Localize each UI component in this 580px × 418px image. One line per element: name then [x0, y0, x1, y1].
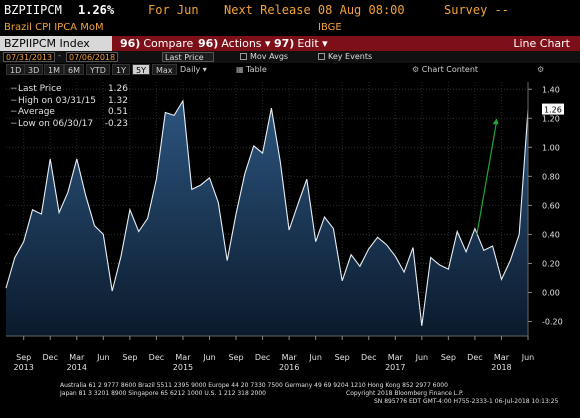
date-separator: - — [58, 51, 61, 60]
checkbox-icon — [240, 53, 247, 60]
function-toolbar: BZPIIPCM Index 96) Compare 96) Actions ▾ 9… — [0, 36, 580, 51]
x-tick-label: Jun — [415, 353, 429, 362]
x-year-label: 2014 — [67, 363, 87, 372]
security-index-field[interactable]: BZPIIPCM Index — [0, 36, 112, 51]
period-max[interactable]: Max — [152, 64, 177, 75]
gear-icon: ⚙ — [412, 65, 420, 74]
period-1m[interactable]: 1M — [44, 64, 64, 75]
period-5y[interactable]: 5Y — [132, 64, 150, 75]
x-tick-label: Sep — [441, 353, 456, 362]
actions-button[interactable]: 96) Actions ▾ — [198, 36, 271, 51]
average-marker-icon: − — [10, 107, 18, 117]
footer-line-1: Australia 61 2 9777 8600 Brazil 5511 239… — [60, 382, 448, 389]
period-1y[interactable]: 1Y — [112, 64, 130, 75]
date-range-bar: 07/31/2013 - 07/06/2018 Last Price Mov A… — [0, 51, 580, 63]
security-description: Brazil CPI IPCA MoM — [4, 21, 104, 33]
low-marker-icon: − — [10, 118, 18, 129]
legend-last-price: −Last Price 1.26 — [10, 84, 128, 94]
high-marker-icon: − — [10, 95, 18, 106]
security-subheader: Brazil CPI IPCA MoM IBGE — [0, 20, 580, 34]
checkbox-icon — [318, 53, 325, 60]
x-tick-label: Mar — [175, 353, 191, 362]
mov-avgs-toggle[interactable]: Mov Avgs — [240, 52, 288, 62]
end-date-field[interactable]: 07/06/2018 — [66, 52, 118, 62]
footer-line-2: Japan 81 3 3201 8900 Singapore 65 6212 1… — [60, 390, 266, 397]
x-tick-label: Mar — [69, 353, 85, 362]
period-selector: 1D 3D 1M 6M YTD 1Y 5Y Max Daily ▾ ▦ Tabl… — [0, 63, 580, 76]
security-header: BZPIIPCM 1.26% For Jun Next Release 08 A… — [0, 0, 580, 20]
compare-button[interactable]: 96) Compare — [120, 36, 193, 51]
x-year-label: 2013 — [14, 363, 34, 372]
y-tick-label: 0.20 — [542, 259, 560, 268]
y-tick-label: 0.60 — [542, 201, 560, 210]
period-ytd[interactable]: YTD — [86, 64, 110, 75]
trend-arrow-head — [492, 118, 499, 125]
chart-legend: −Last Price 1.26 −High on 03/31/15 1.32 −A… — [10, 84, 128, 130]
legend-high: −High on 03/31/15 1.32 — [10, 95, 128, 106]
x-year-label: 2016 — [279, 363, 299, 372]
x-tick-label: Sep — [16, 353, 31, 362]
x-year-label: 2017 — [385, 363, 405, 372]
x-tick-label: Dec — [149, 353, 164, 362]
x-tick-label: Mar — [388, 353, 404, 362]
x-tick-label: Sep — [335, 353, 350, 362]
key-events-toggle[interactable]: Key Events — [318, 52, 372, 62]
survey-label: Survey -- — [444, 3, 510, 17]
settings-icon[interactable]: ⚙ — [537, 64, 544, 75]
y-tick-label: 1.00 — [542, 143, 560, 152]
last-value-tag-label: 1.26 — [544, 106, 562, 115]
y-tick-label: 1.20 — [542, 114, 560, 123]
footer-copyright: Copyright 2018 Bloomberg Finance L.P. — [346, 390, 464, 397]
start-date-field[interactable]: 07/31/2013 — [3, 52, 55, 62]
legend-low: −Low on 06/30/17 -0.23 — [10, 118, 128, 129]
y-tick-label: 0.40 — [542, 230, 560, 239]
x-tick-label: Jun — [96, 353, 110, 362]
table-icon: ▦ — [236, 65, 244, 74]
x-tick-label: Jun — [521, 353, 535, 362]
period-6m[interactable]: 6M — [64, 64, 84, 75]
last-value: 1.26% — [78, 3, 115, 17]
x-tick-label: Sep — [228, 353, 243, 362]
period-3d[interactable]: 3D — [24, 64, 44, 75]
x-tick-label: Dec — [467, 353, 482, 362]
y-tick-label: 0.80 — [542, 172, 560, 181]
x-tick-label: Jun — [202, 353, 216, 362]
x-tick-label: Mar — [494, 353, 510, 362]
chart-content-button[interactable]: ⚙ Chart Content — [412, 64, 478, 75]
y-tick-label: 0.00 — [542, 288, 560, 297]
legend-average: −Average 0.51 — [10, 107, 128, 117]
series-area — [6, 100, 528, 337]
y-tick-label: -0.20 — [542, 317, 563, 326]
ticker-symbol: BZPIIPCM — [4, 3, 62, 17]
data-source: IBGE — [318, 21, 342, 33]
period-label: For Jun — [148, 3, 199, 17]
edit-button[interactable]: 97) Edit ▾ — [274, 36, 328, 51]
x-tick-label: Jun — [308, 353, 322, 362]
table-view-button[interactable]: ▦ Table — [236, 64, 267, 75]
field-selector[interactable]: Last Price — [162, 52, 214, 62]
x-tick-label: Dec — [42, 353, 57, 362]
x-tick-label: Sep — [122, 353, 137, 362]
x-year-label: 2018 — [491, 363, 511, 372]
frequency-selector[interactable]: Daily ▾ — [180, 64, 207, 75]
period-1d[interactable]: 1D — [6, 64, 26, 75]
x-tick-label: Mar — [282, 353, 298, 362]
x-year-label: 2015 — [173, 363, 193, 372]
chart-type-label: Line Chart — [513, 37, 570, 50]
y-tick-label: 1.40 — [542, 85, 560, 94]
series-marker-icon: − — [10, 84, 18, 94]
x-tick-label: Dec — [255, 353, 270, 362]
trend-arrow — [476, 121, 498, 235]
next-release: Next Release 08 Aug 08:00 — [224, 3, 405, 17]
x-tick-label: Dec — [361, 353, 376, 362]
footer-line-3: SN 895776 EDT GMT-4:00 H755-2333-1 06-Ju… — [374, 398, 559, 405]
